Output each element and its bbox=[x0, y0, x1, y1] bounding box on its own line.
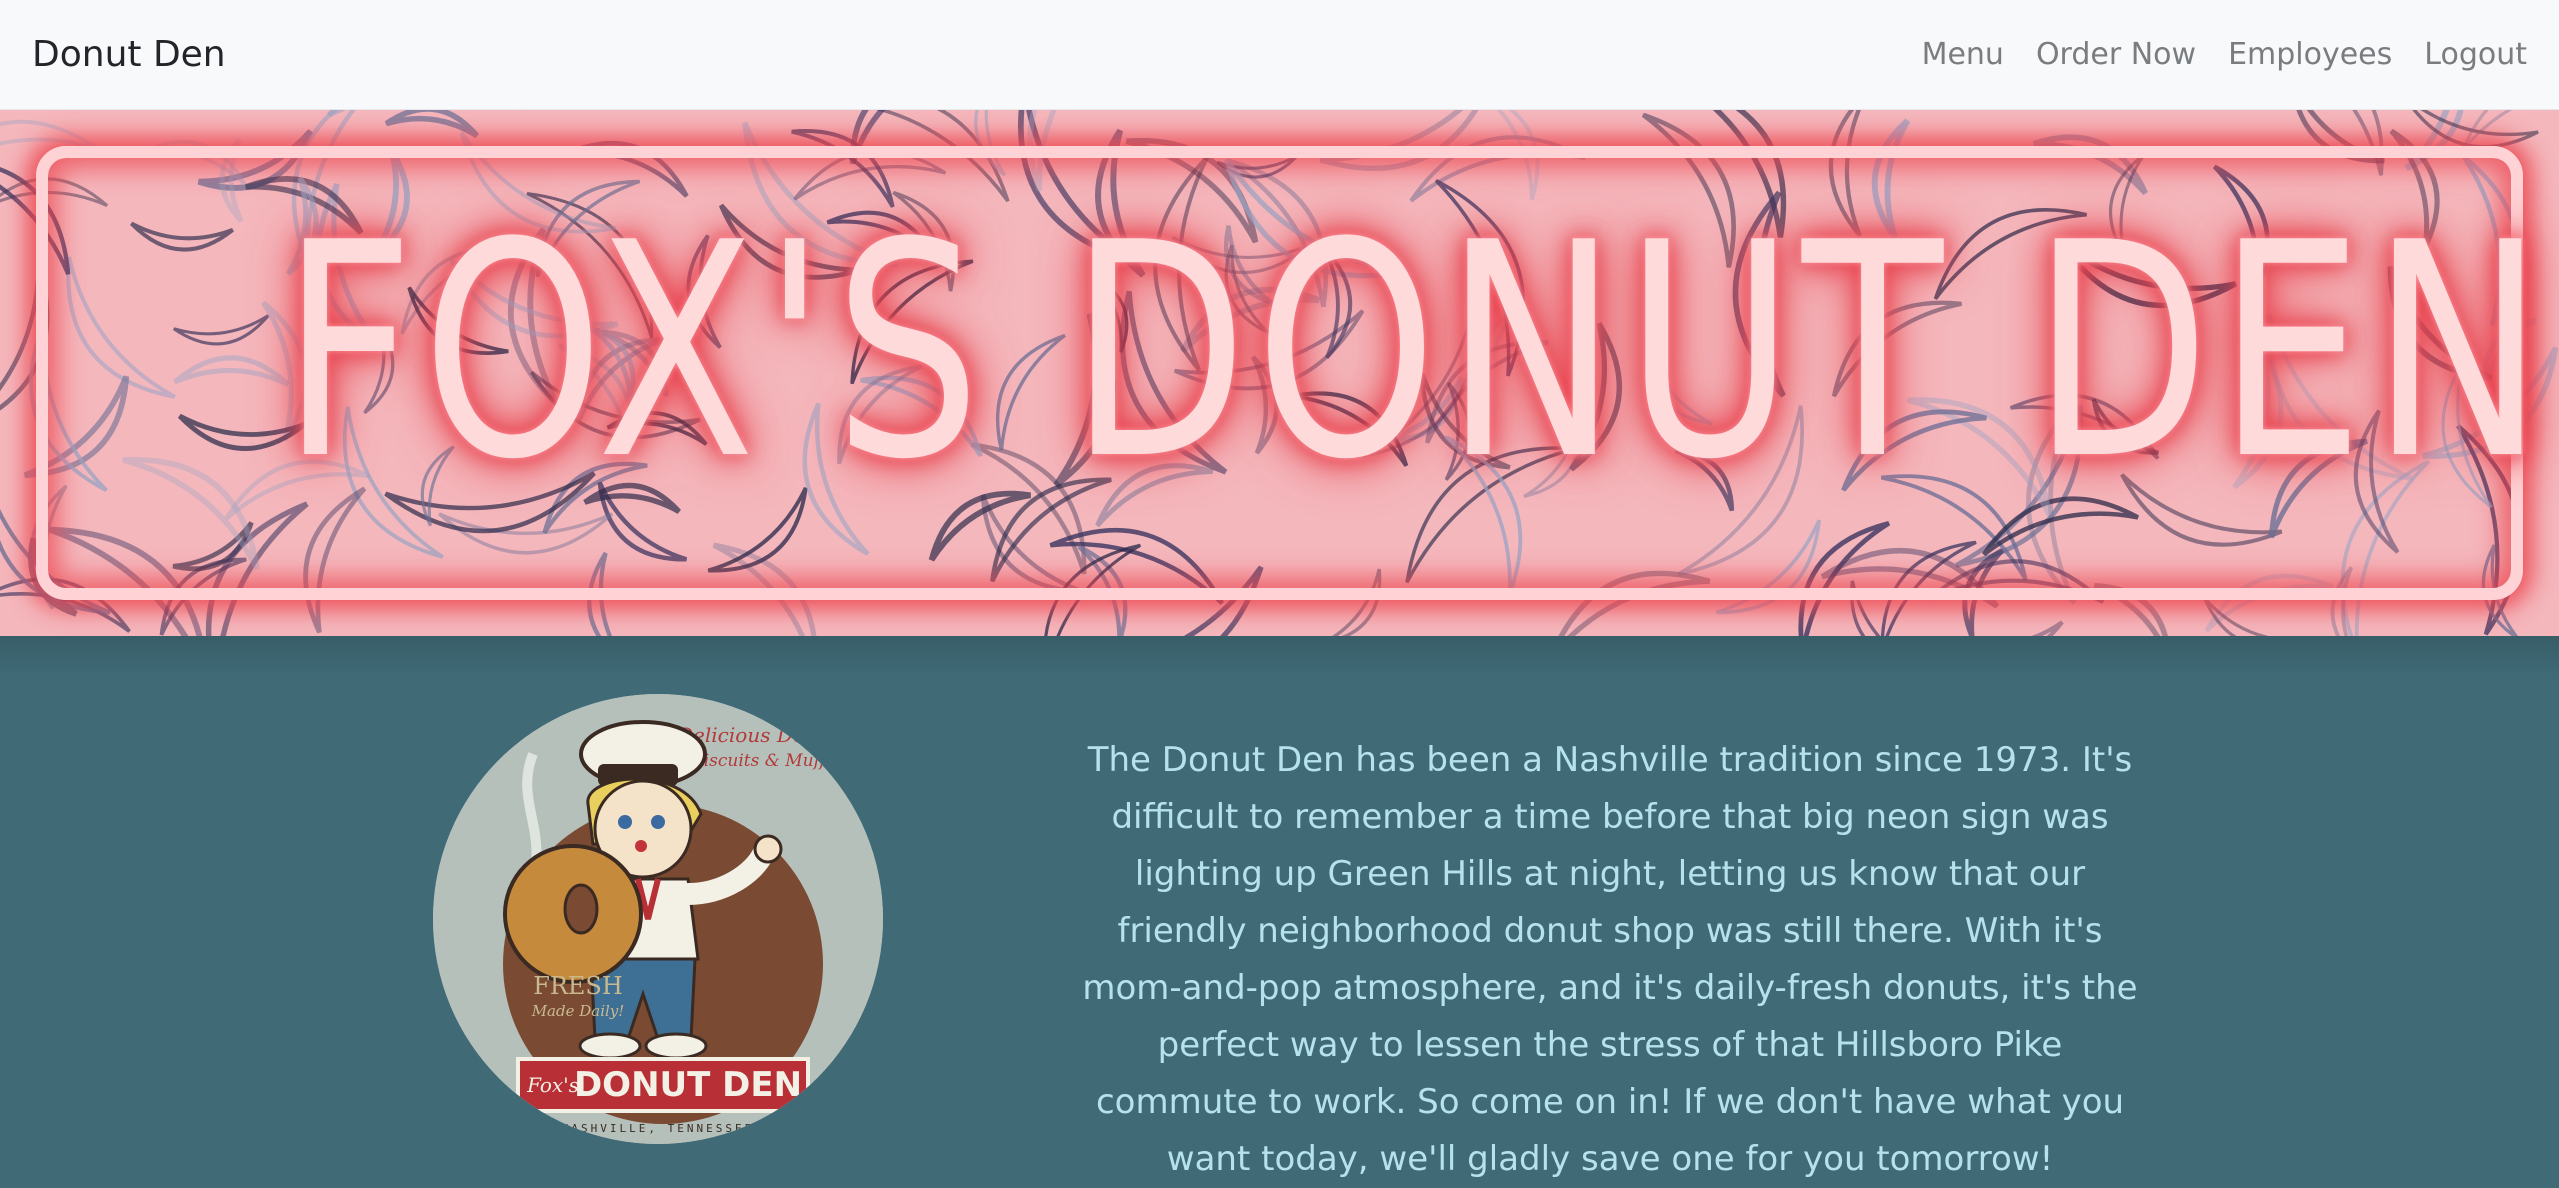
about-section: Delicious Donuts Biscuits & Muffins FRES… bbox=[0, 636, 2559, 1179]
logo-tagline-2: Biscuits & Muffins bbox=[690, 751, 851, 771]
nav-link-logout[interactable]: Logout bbox=[2424, 37, 2527, 72]
nav-link-employees[interactable]: Employees bbox=[2228, 37, 2392, 72]
section-shadow bbox=[0, 636, 2559, 676]
logo-banner-script: Fox's bbox=[526, 1073, 579, 1097]
logo-banner-title: DONUT DEN bbox=[574, 1065, 802, 1105]
nav-link-menu[interactable]: Menu bbox=[1922, 37, 2004, 72]
nav-links: Menu Order Now Employees Logout bbox=[1890, 37, 2527, 72]
mascot-logo: Delicious Donuts Biscuits & Muffins FRES… bbox=[433, 694, 883, 1144]
logo-fresh: FRESH bbox=[533, 972, 623, 1000]
mascot-illustration: Delicious Donuts Biscuits & Muffins FRES… bbox=[433, 694, 883, 1144]
boomerang-shape bbox=[1966, 620, 2064, 636]
hero-banner: FOX'S DONUT DEN bbox=[0, 110, 2559, 636]
about-paragraph: The Donut Den has been a Nashville tradi… bbox=[1082, 740, 2138, 1179]
boomerang-shape bbox=[384, 110, 480, 139]
neon-sign-text: FOX'S DONUT DEN bbox=[281, 179, 2552, 524]
logo-footer: NASHVILLE, TENNESSEE bbox=[562, 1122, 754, 1135]
brand-link[interactable]: Donut Den bbox=[32, 34, 226, 75]
nav-link-order-now[interactable]: Order Now bbox=[2036, 37, 2196, 72]
logo-made-daily: Made Daily! bbox=[531, 1002, 625, 1020]
navbar: Donut Den Menu Order Now Employees Logou… bbox=[0, 0, 2559, 110]
